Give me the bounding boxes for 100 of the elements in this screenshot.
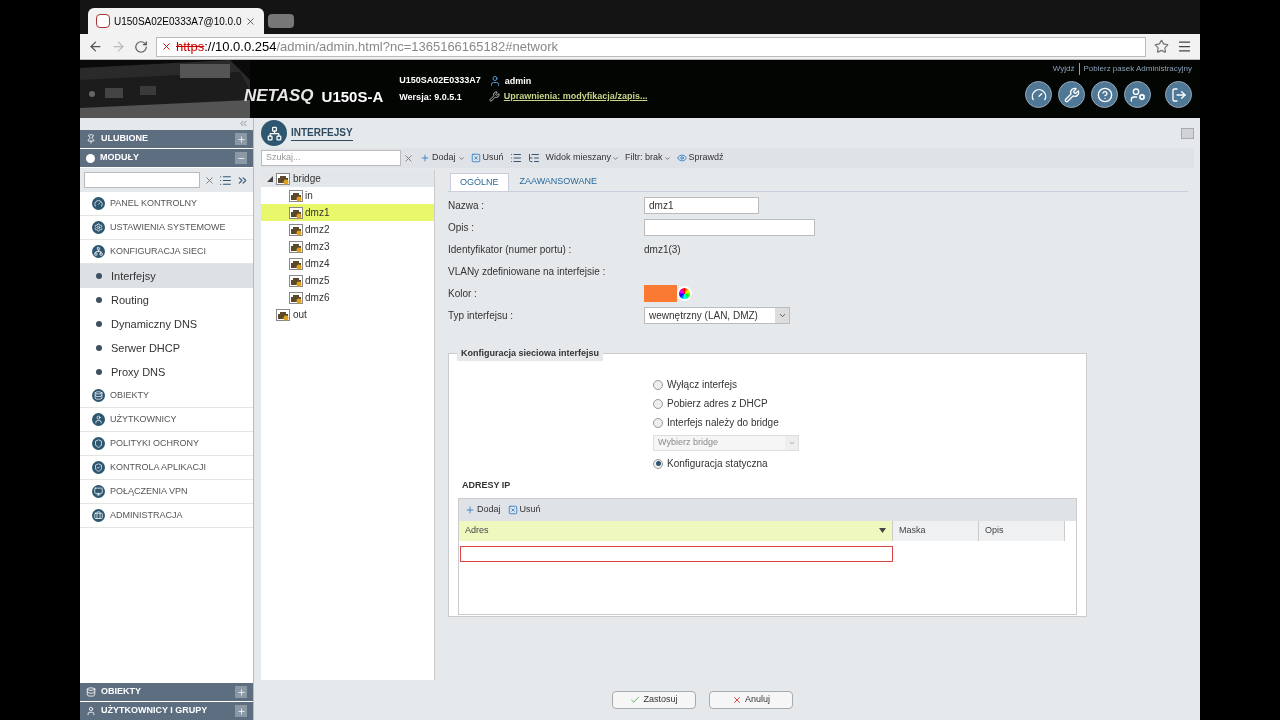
- list-view-icon[interactable]: [509, 152, 522, 164]
- new-tab-button[interactable]: [268, 14, 294, 28]
- sort-arrow-icon[interactable]: [879, 528, 886, 533]
- tree-item[interactable]: dmz4: [261, 255, 434, 272]
- color-swatch[interactable]: [644, 285, 677, 302]
- help-icon[interactable]: [1091, 81, 1118, 108]
- sidebar-section-header[interactable]: OBIEKTY: [80, 683, 253, 701]
- add-button[interactable]: Dodaj: [420, 151, 465, 165]
- favicon-icon: [96, 14, 110, 28]
- port-icon: [289, 291, 303, 304]
- section-label: MODUŁY: [100, 151, 140, 165]
- cancel-button[interactable]: Anuluj: [709, 691, 793, 709]
- tree-item[interactable]: in: [261, 187, 434, 204]
- text-field[interactable]: [644, 219, 815, 236]
- text-field[interactable]: dmz1: [644, 197, 759, 214]
- view-mode-button[interactable]: Widok mieszany: [545, 151, 620, 165]
- toolbar-download-link[interactable]: Pobierz pasek Administracyjny: [1083, 63, 1192, 75]
- expand-icon[interactable]: [235, 705, 247, 717]
- tree-item[interactable]: dmz1: [261, 204, 434, 221]
- module-label: OBIEKTY: [110, 388, 149, 402]
- radio-option[interactable]: Pobierz adres z DHCP: [653, 397, 1077, 410]
- plus-icon: [420, 153, 430, 163]
- module-search-field[interactable]: [84, 172, 200, 188]
- radio-button[interactable]: [653, 458, 663, 469]
- serial-number: U150SA02E0333A7: [399, 74, 481, 87]
- address-input[interactable]: [460, 545, 893, 562]
- add-button[interactable]: Dodaj: [465, 502, 501, 517]
- clear-icon[interactable]: [403, 152, 414, 164]
- radio-button[interactable]: [653, 417, 663, 428]
- remove-button[interactable]: Usuń: [507, 502, 541, 517]
- field-label: Kolor :: [448, 287, 478, 301]
- tree-item[interactable]: bridge: [261, 170, 434, 187]
- exit-icon[interactable]: [1165, 81, 1192, 108]
- delete-icon: [507, 504, 518, 515]
- submodule-label: Interfejsy: [111, 268, 156, 284]
- list-view-icon[interactable]: [219, 173, 232, 187]
- tree-item[interactable]: dmz3: [261, 238, 434, 255]
- apply-button[interactable]: Zastosuj: [612, 691, 696, 709]
- bookmark-star-icon[interactable]: [1154, 39, 1169, 54]
- column-header[interactable]: Maska: [893, 520, 979, 541]
- module-label: KONFIGURACJA SIECI: [110, 244, 207, 258]
- submodule-item[interactable]: Interfejsy: [80, 264, 253, 288]
- tab[interactable]: OGÓLNE: [450, 173, 509, 191]
- submodule-label: Dynamiczny DNS: [111, 316, 198, 332]
- expander-icon[interactable]: [267, 175, 273, 182]
- module-label: POŁĄCZENIA VPN: [110, 484, 188, 498]
- remove-button[interactable]: Usuń: [470, 151, 504, 165]
- filter-button[interactable]: Filtr: brak: [625, 151, 671, 165]
- port-icon: [289, 206, 303, 219]
- user-settings-icon[interactable]: [1124, 81, 1151, 108]
- radio-button[interactable]: [653, 398, 663, 409]
- sidebar-section-header[interactable]: MODUŁY: [80, 149, 253, 167]
- radio-option[interactable]: Interfejs należy do bridge: [653, 416, 1077, 429]
- address-field[interactable]: https://10.0.0.254/admin/admin.html?nc=1365166165182#network: [156, 36, 1146, 57]
- radio-button[interactable]: [653, 379, 663, 390]
- field-value: dmz1(3): [644, 243, 681, 257]
- delete-icon: [470, 153, 481, 163]
- permissions-link[interactable]: Uprawnienia: modyfikacja/zapis...: [503, 90, 648, 104]
- section-label: OBIEKTY: [101, 685, 142, 699]
- close-icon[interactable]: [245, 15, 257, 27]
- dashboard-icon[interactable]: [1025, 81, 1052, 108]
- tree-item[interactable]: out: [261, 306, 434, 323]
- tree-item[interactable]: dmz2: [261, 221, 434, 238]
- module-label: KONTROLA APLIKACJI: [110, 460, 207, 474]
- module-icon: [92, 509, 105, 522]
- tree-item[interactable]: dmz5: [261, 272, 434, 289]
- page-title: INTERFEJSY: [291, 125, 353, 141]
- expand-icon[interactable]: [235, 686, 247, 698]
- tools-icon[interactable]: [1058, 81, 1085, 108]
- back-icon[interactable]: [88, 39, 103, 54]
- module-icon: [92, 221, 105, 234]
- tree-item[interactable]: dmz6: [261, 289, 434, 306]
- user-icon: [488, 75, 501, 88]
- radio-option[interactable]: Wyłącz interfejs: [653, 378, 1077, 391]
- collapse-icon[interactable]: [235, 152, 247, 164]
- port-icon: [276, 308, 290, 321]
- module-label: POLITYKI OCHRONY: [110, 436, 199, 450]
- sidebar-section-header[interactable]: ULUBIONE: [80, 130, 253, 148]
- logout-link[interactable]: Wyjdź: [1052, 63, 1080, 75]
- clear-icon[interactable]: [204, 174, 215, 186]
- interface-type-select[interactable]: wewnętrzny (LAN, DMZ): [644, 307, 790, 324]
- column-header[interactable]: Opis: [979, 520, 1065, 541]
- check-button[interactable]: Sprawdź: [676, 151, 724, 165]
- tree-view-icon[interactable]: [527, 152, 540, 164]
- tab[interactable]: ZAAWANSOWANE: [510, 173, 607, 191]
- sidebar-section-header[interactable]: UŻYTKOWNICY I GRUPY: [80, 702, 253, 720]
- browser-tab[interactable]: U150SA02E0333A7@10.0.0: [88, 8, 264, 34]
- bullet-icon: [96, 345, 102, 351]
- module-icon: [92, 413, 105, 426]
- menu-icon[interactable]: [1177, 39, 1192, 54]
- module-icon: [86, 153, 95, 163]
- bullet-icon: [96, 321, 102, 327]
- column-header[interactable]: Adres: [459, 520, 893, 541]
- reload-icon[interactable]: [134, 39, 148, 54]
- bullet-icon: [96, 297, 102, 303]
- radio-option[interactable]: Konfiguracja statyczna: [653, 457, 1077, 470]
- bullet-icon: [96, 369, 102, 375]
- color-picker-icon[interactable]: [677, 286, 692, 301]
- caret-icon: [612, 154, 620, 162]
- expand-icon[interactable]: [235, 133, 247, 145]
